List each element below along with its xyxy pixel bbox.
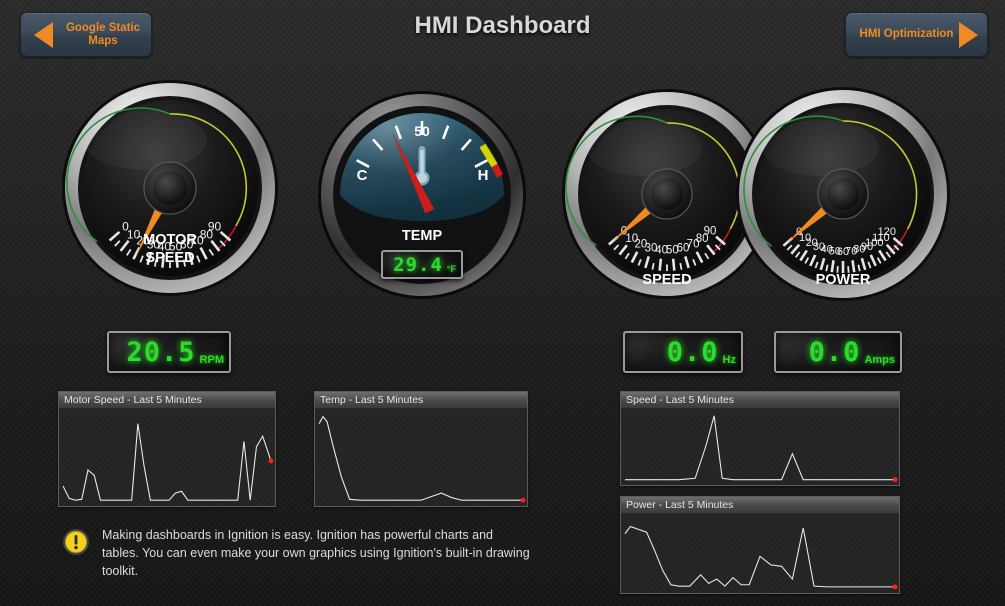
readout-power-unit: Amps xyxy=(864,354,895,366)
temp-tick-label-50: 50 xyxy=(414,123,430,139)
chart-temp[interactable]: Temp - Last 5 Minutes xyxy=(314,391,528,507)
temp-tick-label-h: H xyxy=(478,167,489,184)
readout-motor-speed: 20.5 RPM xyxy=(107,331,231,373)
chart-power-title: Power - Last 5 Minutes xyxy=(621,497,899,514)
chart-line xyxy=(625,416,895,480)
gauge-label-motor-speed-2: SPEED xyxy=(145,250,194,266)
footnote-text: Making dashboards in Ignition is easy. I… xyxy=(102,526,532,580)
chart-line xyxy=(625,527,895,587)
readout-motor-speed-value: 20.5 xyxy=(127,337,196,368)
chart-power-plot xyxy=(621,514,899,593)
chart-speed-plot xyxy=(621,409,899,485)
gauge-label-temp: TEMP xyxy=(402,228,443,244)
chart-current-marker xyxy=(269,459,274,464)
gauge-tick-label: 90 xyxy=(704,225,717,237)
readout-motor-speed-unit: RPM xyxy=(200,354,224,366)
chart-speed[interactable]: Speed - Last 5 Minutes xyxy=(620,391,900,486)
gauge-label-speed: SPEED xyxy=(642,272,691,288)
chart-temp-plot xyxy=(315,409,527,506)
chart-current-marker xyxy=(893,477,898,482)
nav-next-label: HMI Optimization xyxy=(856,28,957,41)
chart-motor-speed-plot xyxy=(59,409,275,506)
warning-icon xyxy=(62,528,90,556)
chart-line xyxy=(319,417,523,501)
chart-motor-speed-title: Motor Speed - Last 5 Minutes xyxy=(59,392,275,409)
chart-line xyxy=(63,424,271,501)
chart-temp-title: Temp - Last 5 Minutes xyxy=(315,392,527,409)
gauge-tick-label: 90 xyxy=(208,220,222,234)
footnote: Making dashboards in Ignition is easy. I… xyxy=(62,526,532,580)
gauge-label-motor-speed-1: MOTOR xyxy=(143,232,197,248)
arrow-right-icon xyxy=(959,22,978,48)
chart-motor-speed[interactable]: Motor Speed - Last 5 Minutes xyxy=(58,391,276,507)
gauge-tick-label: 120 xyxy=(878,226,896,238)
temp-tick-label-c: C xyxy=(357,167,368,184)
readout-speed-value: 0.0 xyxy=(667,337,719,368)
readout-temp-value: 29.4 xyxy=(393,254,443,276)
gauge-power[interactable]: 0102030405060708090100110120 POWER xyxy=(729,86,961,308)
readout-temp-unit: °F xyxy=(447,264,456,274)
chart-current-marker xyxy=(521,498,526,503)
header-bar: Google Static Maps HMI Dashboard HMI Opt… xyxy=(0,0,1005,68)
chart-current-marker xyxy=(893,584,898,589)
gauge-label-power: POWER xyxy=(816,272,871,288)
readout-speed: 0.0 Hz xyxy=(623,331,743,373)
readout-temp: 29.4 °F xyxy=(381,250,463,279)
readout-power: 0.0 Amps xyxy=(774,331,902,373)
readout-power-value: 0.0 xyxy=(809,337,861,368)
chart-power[interactable]: Power - Last 5 Minutes xyxy=(620,496,900,594)
nav-next-button[interactable]: HMI Optimization xyxy=(845,12,988,57)
chart-speed-title: Speed - Last 5 Minutes xyxy=(621,392,899,409)
readout-speed-unit: Hz xyxy=(723,354,736,366)
gauge-motor-speed[interactable]: 0102030405060708090 MOTOR SPEED xyxy=(45,78,295,310)
